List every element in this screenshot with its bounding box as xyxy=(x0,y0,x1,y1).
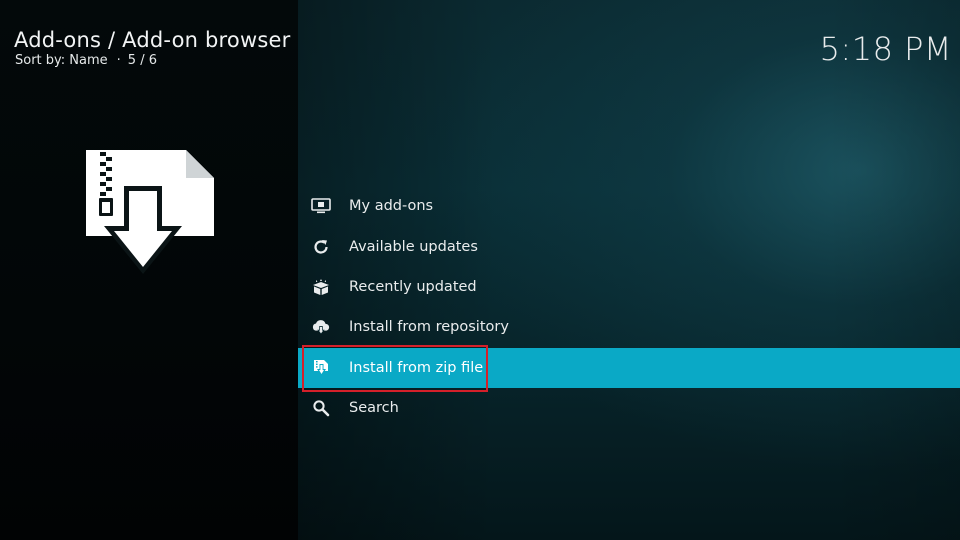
sort-info: Sort by: Name · 5 / 6 xyxy=(15,53,157,68)
menu-item-label: Install from zip file xyxy=(349,359,484,376)
menu-item-available-updates[interactable]: Available updates xyxy=(298,226,960,266)
refresh-icon xyxy=(311,237,331,257)
kodi-screen: Add-ons / Add-on browser Sort by: Name · 5… xyxy=(0,0,960,540)
menu-item-label: Install from repository xyxy=(349,319,509,336)
cloud-download-icon xyxy=(311,317,331,337)
item-position: 5 / 6 xyxy=(127,53,157,68)
search-icon xyxy=(311,398,331,418)
menu-item-search[interactable]: Search xyxy=(298,388,960,428)
menu-item-label: Available updates xyxy=(349,238,478,255)
menu-item-my-addons[interactable]: My add-ons xyxy=(298,186,960,226)
sort-label[interactable]: Sort by: Name xyxy=(15,53,108,68)
page-title: Add-ons / Add-on browser xyxy=(14,28,291,52)
menu-item-install-from-zip-file[interactable]: Install from zip file xyxy=(298,347,960,388)
zip-file-install-icon xyxy=(82,148,216,278)
menu-item-recently-updated[interactable]: Recently updated xyxy=(298,267,960,307)
zip-install-icon xyxy=(311,358,331,378)
menu-item-install-from-repository[interactable]: Install from repository xyxy=(298,307,960,347)
open-box-icon xyxy=(311,277,331,297)
menu-item-label: Search xyxy=(349,400,399,417)
clock: 5:18 PM xyxy=(819,30,952,68)
separator-dot: · xyxy=(116,53,121,68)
addon-menu: My add-ons Available updates Recently up… xyxy=(298,186,960,428)
monitor-icon xyxy=(311,196,331,216)
menu-item-label: My add-ons xyxy=(349,198,434,215)
menu-item-label: Recently updated xyxy=(349,278,477,295)
